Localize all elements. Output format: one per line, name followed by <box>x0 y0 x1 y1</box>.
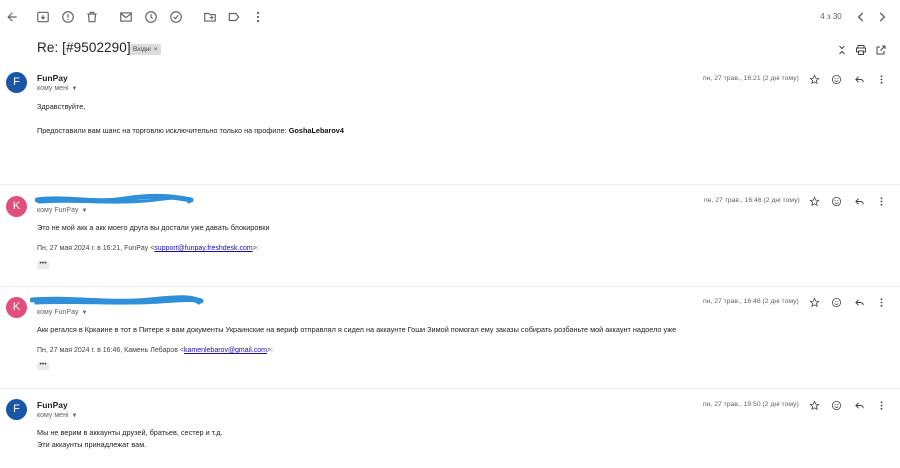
quote-header: Пн, 27 мая 2024 г. в 16:46, Камень Лебар… <box>37 347 273 354</box>
quote-text: Пн, 27 мая 2024 г. в 16:46, Камень Лебар… <box>37 347 184 354</box>
quote-text: Пн, 27 мая 2024 г. в 16:21, FunPay < <box>37 245 155 252</box>
recipient-line[interactable]: кому мені ▼ <box>37 85 77 92</box>
message-body-line: Акк регался в Кркаине в тот в Питере я в… <box>37 325 677 334</box>
avatar[interactable]: K <box>6 297 27 318</box>
move-to-folder-icon[interactable] <box>200 7 220 27</box>
quote-header: Пн, 27 мая 2024 г. в 16:21, FunPay <supp… <box>37 245 259 252</box>
reply-icon[interactable] <box>852 72 866 86</box>
mark-unread-icon[interactable] <box>116 7 136 27</box>
message-body-line: Это не мой акк а акк моего друга вы дост… <box>37 223 270 232</box>
inbox-label-chip[interactable]: Вхідні × <box>130 44 161 55</box>
caret-down-icon[interactable]: ▼ <box>82 310 88 316</box>
emoji-react-icon[interactable] <box>829 194 843 208</box>
reply-icon[interactable] <box>852 295 866 309</box>
caret-down-icon[interactable]: ▼ <box>72 413 78 419</box>
recipient-text: кому FunPay <box>37 207 79 214</box>
caret-down-icon[interactable]: ▼ <box>82 208 88 214</box>
show-trimmed-button[interactable]: ••• <box>37 361 49 370</box>
message-1: F FunPay кому мені ▼ пн, 27 трав., 16:21 … <box>0 64 900 184</box>
quote-text: >: <box>252 245 259 252</box>
more-vert-icon[interactable] <box>874 398 888 412</box>
message-date: пн, 27 трав., 16:21 (2 дні тому) <box>703 75 799 82</box>
star-icon[interactable] <box>807 72 821 86</box>
emoji-react-icon[interactable] <box>829 295 843 309</box>
recipient-text: кому мені <box>37 85 69 92</box>
message-body-line: Мы не верим в аккаунты друзей, братьев, … <box>37 428 223 437</box>
message-date: пн, 27 трав., 19:50 (2 дні тому) <box>703 401 799 408</box>
profile-name: GoshaLebarov4 <box>288 126 344 135</box>
sender-name[interactable]: FunPay <box>37 400 68 410</box>
recipient-line[interactable]: кому мені ▼ <box>37 412 77 419</box>
message-date: пн, 27 трав., 16:46 (2 дні тому) <box>704 197 800 204</box>
emoji-react-icon[interactable] <box>829 72 843 86</box>
more-vert-icon[interactable] <box>874 194 888 208</box>
report-spam-icon[interactable] <box>58 7 78 27</box>
collapse-all-icon[interactable] <box>834 42 850 58</box>
quote-text: >: <box>266 347 273 354</box>
message-date: пн, 27 трав., 16:48 (2 дні тому) <box>703 298 799 305</box>
redaction-scribble <box>30 295 204 305</box>
message-2: K кому FunPay ▼ пн, 27 трав., 16:46 (2 дн… <box>0 185 900 285</box>
recipient-line[interactable]: кому FunPay ▼ <box>37 207 87 214</box>
chevron-right-icon[interactable] <box>872 7 892 27</box>
star-icon[interactable] <box>807 295 821 309</box>
star-icon[interactable] <box>807 398 821 412</box>
toolbar: 4 з 30 <box>0 0 900 34</box>
avatar[interactable]: F <box>6 399 27 420</box>
avatar[interactable]: K <box>6 196 27 217</box>
subject-row: Re: [#9502290] Вхідні × <box>0 34 900 64</box>
pager-text: 4 з 30 <box>820 12 842 21</box>
delete-icon[interactable] <box>82 7 102 27</box>
recipient-text: кому мені <box>37 412 69 419</box>
reply-icon[interactable] <box>852 194 866 208</box>
archive-icon[interactable] <box>33 7 53 27</box>
label-remove-icon[interactable]: × <box>154 46 158 53</box>
recipient-line[interactable]: кому FunPay ▼ <box>37 309 87 316</box>
caret-down-icon[interactable]: ▼ <box>72 86 78 92</box>
recipient-text: кому FunPay <box>37 309 79 316</box>
redaction-scribble <box>35 193 194 204</box>
body-text: Предоставили вам шанс на торговлю исключ… <box>37 126 289 135</box>
print-icon[interactable] <box>853 42 869 58</box>
back-arrow-icon[interactable] <box>2 7 22 27</box>
reply-icon[interactable] <box>852 398 866 412</box>
message-body-line: Предоставили вам шанс на торговлю исключ… <box>37 126 344 135</box>
email-link[interactable]: support@funpay.freshdesk.com <box>154 245 252 252</box>
more-vert-icon[interactable] <box>248 7 268 27</box>
snooze-icon[interactable] <box>141 7 161 27</box>
email-link[interactable]: kamenlebarov@gmail.com <box>184 347 267 354</box>
message-3: K кому FunPay ▼ пн, 27 трав., 16:48 (2 дн… <box>0 287 900 387</box>
add-task-icon[interactable] <box>166 7 186 27</box>
star-icon[interactable] <box>807 194 821 208</box>
message-body-line: Здравствуйте, <box>37 102 86 111</box>
label-icon[interactable] <box>224 7 244 27</box>
chevron-left-icon[interactable] <box>851 7 871 27</box>
more-vert-icon[interactable] <box>874 295 888 309</box>
open-in-new-window-icon[interactable] <box>873 42 889 58</box>
show-trimmed-button[interactable]: ••• <box>37 260 49 269</box>
thread-subject: Re: [#9502290] <box>37 40 131 55</box>
message-body-line: Эти аккаунты принадлежат вам. <box>37 440 147 449</box>
label-text: Вхідні <box>133 46 151 53</box>
more-vert-icon[interactable] <box>874 72 888 86</box>
sender-name[interactable]: FunPay <box>37 73 68 83</box>
emoji-react-icon[interactable] <box>829 398 843 412</box>
avatar[interactable]: F <box>6 72 27 93</box>
message-4: F FunPay кому мені ▼ пн, 27 трав., 19:50 … <box>0 389 900 468</box>
